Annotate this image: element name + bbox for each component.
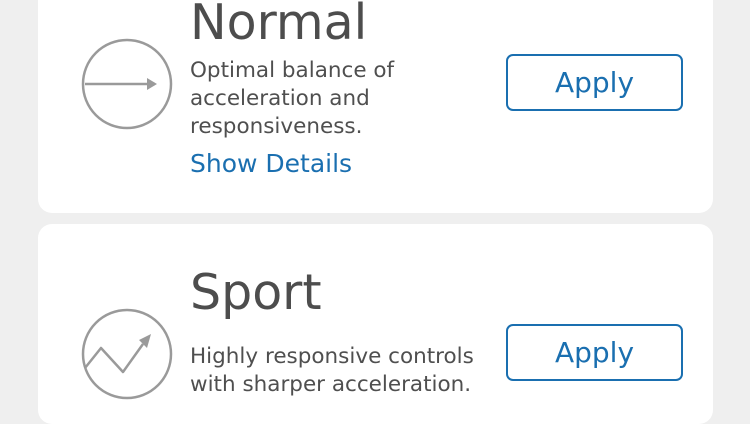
description-line: acceleration and	[190, 86, 370, 111]
zigzag-arrow-up-icon	[81, 308, 173, 400]
mode-card-sport: Sport Highly responsive controls with sh…	[38, 224, 713, 424]
description-line: with sharper acceleration.	[190, 372, 472, 397]
description-line: Optimal balance of	[190, 58, 395, 83]
mode-title: Sport	[190, 264, 322, 321]
mode-title: Normal	[190, 0, 368, 51]
mode-card-normal: Normal Optimal balance of acceleration a…	[38, 0, 713, 213]
apply-button-normal[interactable]: Apply	[506, 54, 683, 111]
mode-description: Optimal balance of acceleration and resp…	[190, 57, 510, 141]
show-details-link[interactable]: Show Details	[190, 151, 352, 176]
apply-button-sport[interactable]: Apply	[506, 324, 683, 381]
description-line: Highly responsive controls	[190, 344, 474, 369]
description-line: responsiveness.	[190, 114, 363, 139]
arrow-right-icon	[81, 38, 173, 130]
mode-description: Highly responsive controls with sharper …	[190, 343, 510, 399]
